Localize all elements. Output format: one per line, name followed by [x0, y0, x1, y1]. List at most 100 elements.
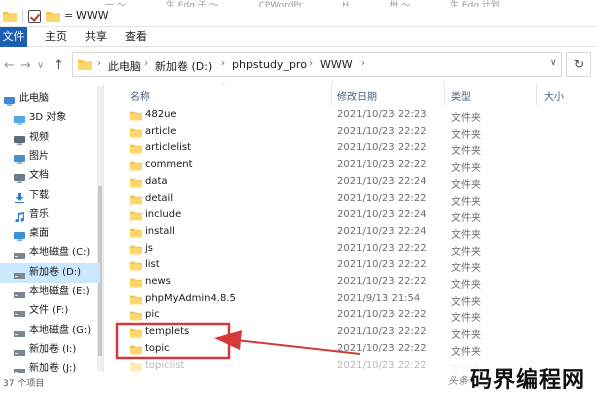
nav-item[interactable]: 图片 — [0, 147, 100, 167]
file-name: 482ue — [145, 109, 177, 120]
column-header-name[interactable]: 名称 — [130, 88, 150, 103]
background-tab[interactable]: H — [342, 2, 349, 8]
file-row[interactable]: topic 2021/10/23 22:22 文件夹 — [104, 341, 597, 358]
nav-item[interactable]: 3D 对象 — [0, 108, 100, 128]
breadcrumb-separator[interactable]: › — [361, 58, 365, 69]
folder-icon — [130, 194, 142, 205]
nav-item-label: 文档 — [29, 170, 49, 182]
new-folder-icon[interactable] — [46, 11, 60, 22]
watermark-text: 码界编程网 — [470, 368, 586, 393]
file-row[interactable]: js 2021/10/23 22:22 文件夹 — [104, 241, 597, 258]
file-name: comment — [145, 159, 193, 171]
address-bar[interactable]: › 此电脑 › 新加卷 (D:) › phpstudy_pro › WWW › … — [72, 52, 562, 77]
file-row[interactable]: include 2021/10/23 22:24 文件夹 — [104, 207, 597, 224]
folder-icon[interactable] — [3, 11, 17, 22]
nav-item[interactable]: 本地磁盘 (G:) — [0, 321, 100, 341]
recent-locations-chevron-icon[interactable]: ∨ — [37, 60, 44, 71]
file-date: 2021/10/23 22:22 — [337, 192, 427, 204]
column-header-size[interactable]: 大小 — [544, 88, 564, 103]
background-tab[interactable]: CPWordPr — [259, 2, 303, 8]
nav-item[interactable]: 本地磁盘 (C:) — [0, 243, 100, 263]
nav-item-label: 本地磁盘 (E:) — [29, 286, 90, 297]
drive-icon — [14, 326, 25, 337]
file-date: 2021/10/23 22:22 — [337, 309, 427, 321]
folder-icon — [130, 160, 142, 171]
file-date: 2021/10/23 22:22 — [337, 125, 427, 137]
tab-view[interactable]: 查看 — [124, 27, 148, 47]
file-date: 2021/10/23 22:22 — [337, 342, 427, 354]
file-date: 2021/10/23 22:22 — [337, 359, 427, 371]
background-tabs: 一 ～生 Edg 子 ～CPWordPrH卅 ～生 Edg 计划hh ～ — [105, 0, 597, 8]
breadcrumb-separator[interactable]: › — [221, 58, 225, 69]
refresh-button[interactable]: ↻ — [566, 52, 591, 77]
nav-item[interactable]: 音乐 — [0, 205, 100, 225]
folder-icon — [130, 260, 142, 271]
nav-item[interactable]: 新加卷 (I:) — [0, 340, 100, 360]
folder-icon — [130, 227, 142, 238]
column-header-type[interactable]: 类型 — [451, 88, 471, 103]
video-icon — [14, 133, 25, 145]
tab-home[interactable]: 主页 — [44, 27, 68, 47]
documents-icon — [14, 171, 25, 183]
column-divider[interactable] — [331, 83, 332, 105]
file-row[interactable]: data 2021/10/23 22:24 文件夹 — [104, 174, 597, 191]
file-type: 文件夹 — [451, 179, 481, 191]
breadcrumb-separator[interactable]: › — [144, 58, 148, 69]
back-arrow-icon[interactable]: ← — [4, 58, 15, 73]
file-row[interactable]: pic 2021/10/23 22:22 文件夹 — [104, 307, 597, 324]
nav-item-label: 下载 — [29, 189, 49, 201]
background-tab[interactable]: 一 ～ — [105, 2, 126, 8]
file-row[interactable]: templets 2021/10/23 22:22 文件夹 — [104, 324, 597, 341]
breadcrumb-separator[interactable]: › — [309, 58, 313, 69]
ribbon-tabs: 文件 主页 共享 查看 — [0, 27, 597, 47]
nav-item-label: 图片 — [29, 150, 49, 162]
breadcrumb-this-pc[interactable]: 此电脑 — [108, 58, 141, 74]
nav-item[interactable]: 视频 — [0, 128, 100, 148]
file-type: 文件夹 — [451, 313, 481, 325]
folder-icon — [130, 310, 142, 321]
forward-arrow-icon[interactable]: → — [20, 58, 31, 73]
breadcrumb-separator[interactable]: › — [97, 58, 101, 69]
file-row[interactable]: 482ue 2021/10/23 22:23 文件夹 — [104, 107, 597, 124]
nav-item[interactable]: 新加卷 (D:) — [0, 262, 100, 283]
column-header-date[interactable]: 修改日期 — [337, 88, 377, 103]
nav-item[interactable]: 文档 — [0, 166, 100, 186]
nav-item[interactable]: 桌面 — [0, 224, 100, 244]
file-date: 2021/10/23 22:22 — [337, 142, 427, 154]
file-row[interactable]: news 2021/10/23 22:22 文件夹 — [104, 274, 597, 291]
nav-item[interactable]: 本地磁盘 (E:) — [0, 282, 100, 302]
nav-item[interactable]: 文件 (F:) — [0, 301, 100, 321]
file-row[interactable]: detail 2021/10/23 22:22 文件夹 — [104, 191, 597, 208]
tab-share[interactable]: 共享 — [84, 27, 108, 47]
file-name: install — [145, 225, 175, 237]
file-row[interactable]: install 2021/10/23 22:24 文件夹 — [104, 224, 597, 241]
address-dropdown-icon[interactable]: ∨ — [550, 58, 557, 68]
breadcrumb-drive-d[interactable]: 新加卷 (D:) — [155, 58, 212, 74]
file-type: 文件夹 — [451, 163, 481, 175]
breadcrumb-phpstudy[interactable]: phpstudy_pro — [232, 58, 307, 71]
file-type: 文件夹 — [451, 229, 481, 241]
file-row[interactable]: list 2021/10/23 22:22 文件夹 — [104, 257, 597, 274]
background-tab[interactable]: 卅 ～ — [389, 2, 410, 8]
breadcrumb-www[interactable]: WWW — [320, 58, 353, 71]
nav-item[interactable]: 下载 — [0, 186, 100, 206]
item-count: 37 个项目 — [3, 379, 45, 389]
background-tab[interactable]: 生 Edg 子 ～ — [166, 2, 219, 8]
up-arrow-icon[interactable]: ↑ — [53, 58, 64, 73]
column-divider[interactable] — [536, 83, 537, 105]
nav-item[interactable]: 此电脑 — [0, 89, 100, 109]
file-row[interactable]: comment 2021/10/23 22:22 文件夹 — [104, 157, 597, 174]
background-tab[interactable]: 生 Edg 计划 — [450, 2, 500, 8]
folder-icon — [130, 327, 142, 338]
nav-item-label: 新加卷 (D:) — [29, 266, 82, 278]
file-row[interactable]: article 2021/10/23 22:22 文件夹 — [104, 124, 597, 141]
file-name: phpMyAdmin4.8.5 — [145, 292, 236, 304]
file-type: 文件夹 — [451, 196, 481, 208]
address-row: ← → ∨ ↑ › 此电脑 › 新加卷 (D:) › phpstudy_pro … — [0, 47, 597, 83]
file-row[interactable]: phpMyAdmin4.8.5 2021/9/13 21:54 文件夹 — [104, 291, 597, 308]
column-divider[interactable] — [444, 83, 445, 105]
tab-file[interactable]: 文件 — [0, 27, 27, 47]
file-row[interactable]: articlelist 2021/10/23 22:22 文件夹 — [104, 140, 597, 157]
properties-check-icon[interactable] — [28, 10, 41, 23]
quick-access-dropdown[interactable]: = — [64, 9, 73, 22]
